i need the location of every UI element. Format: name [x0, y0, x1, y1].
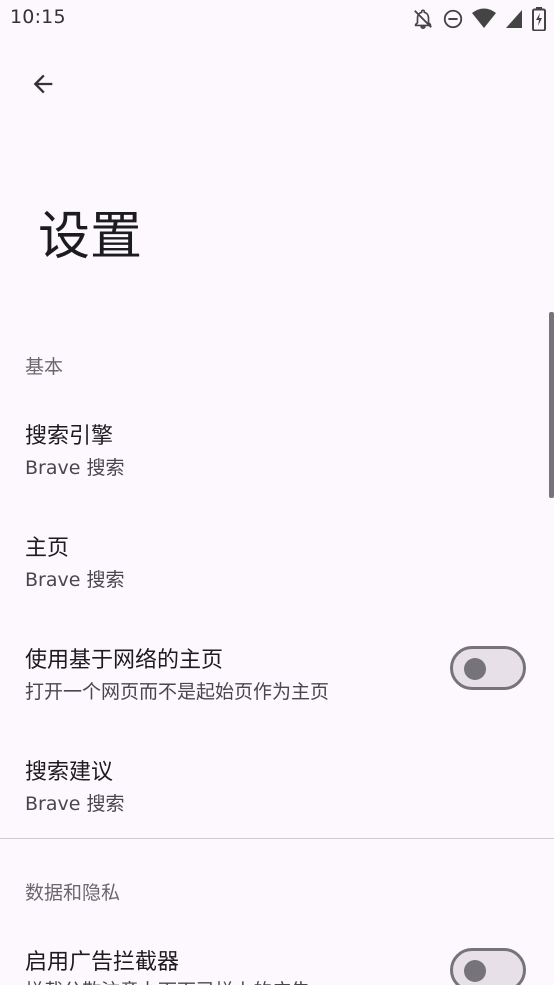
pref-summary: Brave 搜索 — [25, 569, 125, 591]
section-header-privacy: 数据和隐私 — [25, 882, 121, 904]
toggle-knob — [464, 960, 486, 982]
pref-summary: 打开一个网页而不是起始页作为主页 — [25, 681, 330, 703]
section-header-basic: 基本 — [25, 356, 64, 378]
ad-blocker-toggle[interactable] — [450, 948, 526, 985]
arrow-back-icon — [29, 70, 57, 102]
pref-summary: Brave 搜索 — [25, 457, 125, 479]
pref-title: 启用广告拦截器 — [25, 950, 180, 975]
status-icons — [412, 7, 546, 31]
pref-summary: 拦截分散注意力下面已拦上的广告 — [25, 976, 310, 985]
scrollbar[interactable] — [549, 312, 554, 498]
wifi-icon — [472, 8, 496, 30]
bell-off-icon — [412, 8, 434, 30]
pref-search-suggestions[interactable]: 搜索建议 Brave 搜索 — [0, 726, 554, 838]
section-divider — [0, 838, 554, 839]
do-not-disturb-icon — [442, 8, 464, 30]
pref-summary: Brave 搜索 — [25, 793, 125, 815]
cell-signal-icon — [504, 8, 524, 30]
pref-title: 搜索建议 — [25, 760, 114, 785]
pref-search-engine[interactable]: 搜索引擎 Brave 搜索 — [0, 390, 554, 502]
web-homepage-toggle[interactable] — [450, 646, 526, 690]
pref-title: 主页 — [25, 536, 70, 561]
battery-charging-icon — [532, 7, 546, 31]
toggle-knob — [464, 658, 486, 680]
status-bar: 10:15 — [0, 0, 554, 38]
pref-ad-blocker[interactable]: 启用广告拦截器 拦截分散注意力下面已拦上的广告 — [0, 916, 554, 985]
back-button[interactable] — [21, 64, 65, 108]
pref-title: 使用基于网络的主页 — [25, 648, 224, 673]
page-title: 设置 — [38, 207, 143, 267]
pref-title: 搜索引擎 — [25, 424, 114, 449]
pref-web-homepage[interactable]: 使用基于网络的主页 打开一个网页而不是起始页作为主页 — [0, 614, 554, 726]
pref-homepage[interactable]: 主页 Brave 搜索 — [0, 502, 554, 614]
status-time: 10:15 — [10, 6, 66, 28]
